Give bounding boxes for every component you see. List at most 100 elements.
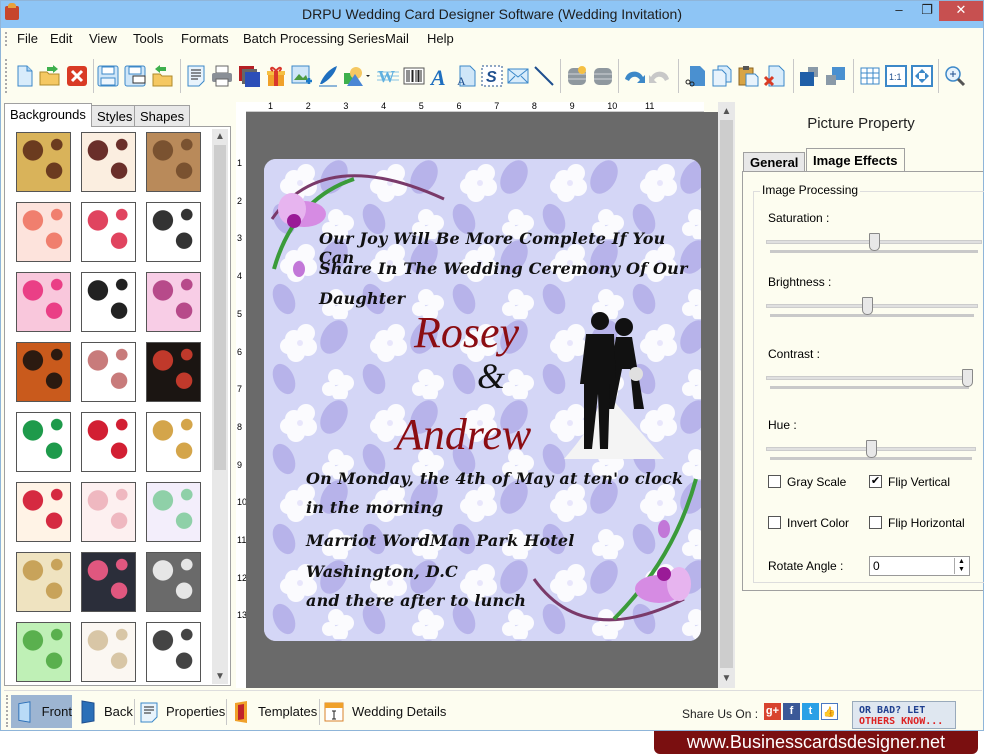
symbol-icon[interactable]: S — [481, 65, 503, 87]
background-thumbnail-dark-floral[interactable] — [81, 552, 136, 612]
scroll-up-arrow[interactable]: ▲ — [212, 131, 228, 142]
checkbox-box[interactable] — [869, 516, 882, 529]
background-thumbnail-pink-hearts[interactable] — [16, 272, 71, 332]
tab-general[interactable]: General — [743, 152, 806, 172]
thumbnail-scrollbar[interactable]: ▲ ▼ — [212, 129, 228, 684]
scroll-up-arrow[interactable]: ▲ — [718, 106, 735, 117]
slider-thumb[interactable] — [865, 440, 877, 458]
rotate-angle-spinner[interactable]: ▲▼ — [869, 556, 970, 576]
checkbox-box[interactable] — [768, 475, 781, 488]
new-icon[interactable] — [14, 65, 36, 87]
send-back-icon[interactable] — [824, 65, 846, 87]
wedding-details-button[interactable]: Wedding Details — [318, 695, 446, 728]
background-thumbnail-black-floral[interactable] — [146, 342, 201, 402]
background-thumbnail-leaf-ganesha[interactable] — [16, 412, 71, 472]
card-detail-line[interactable]: On Monday, the 4th of May at ten'o clock — [306, 469, 683, 488]
background-thumbnail-pink-flowers[interactable] — [16, 202, 71, 262]
background-thumbnail-golden-floral[interactable] — [16, 132, 71, 192]
barcode-icon[interactable] — [403, 65, 425, 87]
background-thumbnail-red-hearts[interactable] — [16, 482, 71, 542]
zoom-in-icon[interactable] — [944, 65, 966, 87]
bring-front-icon[interactable] — [798, 65, 820, 87]
rotate-angle-input[interactable] — [870, 557, 950, 575]
print-icon[interactable] — [211, 65, 233, 87]
twitter-icon[interactable]: t — [802, 703, 819, 720]
actual-size-icon[interactable]: 1:1 — [885, 65, 907, 87]
background-thumbnail-elephant[interactable] — [81, 342, 136, 402]
menu-view[interactable]: View — [89, 31, 117, 46]
feedback-banner[interactable]: OR BAD? LET OTHERS KNOW... — [852, 701, 956, 729]
undo-icon[interactable] — [623, 65, 645, 87]
menu-help[interactable]: Help — [427, 31, 454, 46]
background-thumbnail-hearts-outline[interactable] — [81, 202, 136, 262]
menu-formats[interactable]: Formats — [181, 31, 229, 46]
background-thumbnail-mandala[interactable] — [146, 482, 201, 542]
maximize-button[interactable]: ❐ — [913, 1, 941, 21]
shapes-icon[interactable] — [343, 65, 371, 87]
slider-track[interactable] — [766, 376, 973, 380]
save-icon[interactable] — [97, 65, 119, 87]
bride-name[interactable]: Rosey — [414, 307, 519, 358]
tab-styles[interactable]: Styles — [91, 105, 139, 127]
email-icon[interactable] — [507, 65, 529, 87]
background-thumbnail-paisley-lace[interactable] — [81, 132, 136, 192]
slider-thumb[interactable] — [862, 297, 874, 315]
website-url-banner[interactable]: www.Businesscardsdesigner.net — [654, 731, 978, 754]
tab-image-effects[interactable]: Image Effects — [806, 148, 905, 172]
export-icon[interactable] — [152, 65, 174, 87]
background-thumbnail-ganesha-orange[interactable] — [16, 342, 71, 402]
menu-tools[interactable]: Tools — [133, 31, 163, 46]
background-thumbnail-brown-tiles[interactable] — [146, 132, 201, 192]
properties-button[interactable]: Properties — [134, 695, 225, 728]
fit-window-icon[interactable] — [911, 65, 933, 87]
card-detail-line[interactable]: in the morning — [306, 498, 443, 517]
cut-icon[interactable] — [684, 65, 706, 87]
word-art-icon[interactable]: A — [455, 65, 477, 87]
grid-icon[interactable] — [859, 65, 881, 87]
scroll-down-arrow[interactable]: ▼ — [212, 671, 228, 682]
google-plus-icon[interactable]: g+ — [764, 703, 781, 720]
copy-icon[interactable] — [711, 65, 733, 87]
scroll-down-arrow[interactable]: ▼ — [718, 673, 735, 684]
line-icon[interactable] — [533, 65, 555, 87]
groom-name[interactable]: Andrew — [396, 409, 531, 460]
background-thumbnail-pink-swirls[interactable] — [146, 272, 201, 332]
card-intro-line[interactable]: Daughter — [319, 289, 405, 308]
checkbox-box[interactable] — [768, 516, 781, 529]
background-thumbnail-lace-border[interactable] — [146, 622, 201, 682]
background-thumbnail-grey-lace[interactable] — [146, 552, 201, 612]
background-icon[interactable] — [238, 65, 260, 87]
database-icon[interactable] — [566, 65, 588, 87]
wedding-card[interactable]: Our Joy Will Be More Complete If You Can… — [264, 159, 701, 641]
slider-thumb[interactable] — [868, 233, 880, 251]
minimize-button[interactable]: – — [885, 1, 913, 21]
scroll-thumb[interactable] — [214, 145, 226, 470]
tab-shapes[interactable]: Shapes — [134, 105, 191, 127]
insert-image-icon[interactable] — [291, 65, 313, 87]
spinner-arrows[interactable]: ▲ ▼ — [954, 558, 968, 574]
background-thumbnail-crescent-star[interactable] — [146, 412, 201, 472]
card-detail-line[interactable]: and there after to lunch — [306, 591, 526, 610]
watermark-icon[interactable]: W — [377, 65, 399, 87]
menu-file[interactable]: File — [17, 31, 38, 46]
close-icon[interactable] — [66, 65, 88, 87]
save-as-icon[interactable] — [124, 65, 146, 87]
background-thumbnail-rose-petals[interactable] — [81, 412, 136, 472]
delete-icon[interactable] — [763, 65, 785, 87]
menu-mail[interactable]: Mail — [385, 31, 409, 46]
scroll-thumb[interactable] — [720, 120, 733, 668]
menu-batch-processing[interactable]: Batch Processing Series — [243, 31, 385, 46]
close-button[interactable]: ✕ — [939, 1, 983, 21]
signature-icon[interactable] — [317, 65, 339, 87]
slider-thumb[interactable] — [962, 369, 973, 387]
templates-button[interactable]: Templates — [226, 695, 317, 728]
background-thumbnail-mandap-sketch[interactable] — [146, 202, 201, 262]
background-thumbnail-beige-marble[interactable] — [81, 622, 136, 682]
tab-backgrounds[interactable]: Backgrounds — [4, 103, 92, 127]
redo-icon[interactable] — [649, 65, 671, 87]
ampersand[interactable]: & — [477, 355, 505, 397]
properties-icon[interactable] — [185, 65, 207, 87]
menu-edit[interactable]: Edit — [50, 31, 72, 46]
front-button[interactable]: Front — [11, 695, 72, 728]
database-settings-icon[interactable] — [592, 65, 614, 87]
